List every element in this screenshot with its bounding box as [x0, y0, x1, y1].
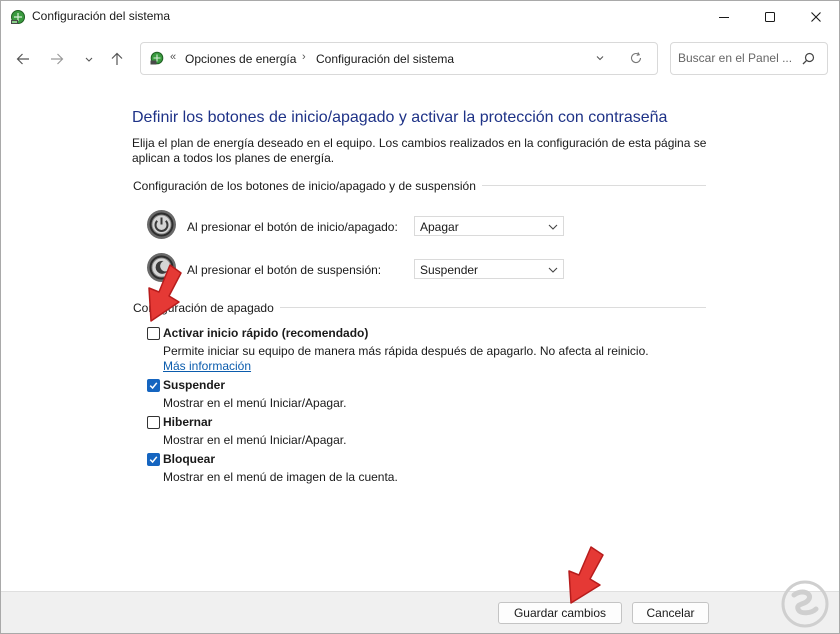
close-button[interactable] [793, 1, 839, 33]
power-button-action-value: Apagar [420, 220, 459, 234]
search-icon[interactable] [802, 52, 815, 65]
power-button-icon [147, 210, 176, 239]
lock-option-label[interactable]: Bloquear [163, 452, 215, 466]
hibernate-option-label[interactable]: Hibernar [163, 415, 212, 429]
fast-startup-description: Permite iniciar su equipo de manera más … [163, 344, 673, 374]
watermark-logo-icon [781, 580, 829, 628]
breadcrumb-separator-icon: › [302, 51, 306, 63]
power-button-action-select[interactable]: Apagar [414, 216, 564, 236]
up-button[interactable] [105, 47, 129, 71]
checkmark-icon [149, 382, 158, 390]
fast-startup-checkbox[interactable] [147, 327, 160, 340]
sleep-button-action-value: Suspender [420, 263, 479, 277]
breadcrumb-system-settings[interactable]: Configuración del sistema [316, 52, 454, 66]
maximize-icon [765, 12, 775, 22]
sleep-button-label: Al presionar el botón de suspensión: [187, 263, 382, 277]
back-button[interactable] [11, 47, 35, 71]
chevron-down-icon [548, 267, 558, 273]
buttons-group-title: Configuración de los botones de inicio/a… [133, 179, 482, 193]
maximize-button[interactable] [747, 1, 793, 33]
lock-checkbox[interactable] [147, 453, 160, 466]
sleep-checkbox[interactable] [147, 379, 160, 392]
chevron-down-icon[interactable] [595, 53, 605, 63]
arrow-left-icon [16, 53, 29, 65]
refresh-icon[interactable] [629, 51, 643, 65]
search-input[interactable] [678, 49, 798, 67]
arrow-up-icon [111, 52, 123, 65]
minimize-button[interactable] [701, 1, 747, 33]
power-button-label: Al presionar el botón de inicio/apagado: [187, 220, 398, 234]
control-panel-power-icon [150, 51, 164, 65]
window: Configuración del sistema « Opciones de … [0, 0, 840, 634]
control-panel-power-icon [11, 10, 25, 24]
more-info-link[interactable]: Más información [163, 359, 251, 373]
annotation-arrow-icon [148, 264, 182, 322]
window-title: Configuración del sistema [32, 9, 171, 23]
page-description: Elija el plan de energía deseado en el e… [132, 136, 707, 165]
breadcrumb-power-options[interactable]: Opciones de energía [185, 52, 296, 66]
fast-startup-description-text: Permite iniciar su equipo de manera más … [163, 344, 649, 358]
fast-startup-label[interactable]: Activar inicio rápido (recomendado) [163, 326, 368, 340]
footer-bar: Guardar cambios Cancelar [1, 591, 839, 633]
chevron-down-icon [85, 57, 93, 62]
sleep-option-description: Mostrar en el menú Iniciar/Apagar. [163, 396, 347, 410]
sleep-option-label[interactable]: Suspender [163, 378, 225, 392]
close-icon [811, 12, 821, 22]
checkmark-icon [149, 456, 158, 464]
search-box[interactable] [670, 42, 828, 75]
chevron-down-icon [548, 224, 558, 230]
minimize-icon [719, 17, 729, 18]
sleep-button-action-select[interactable]: Suspender [414, 259, 564, 279]
recent-locations-button[interactable] [77, 47, 101, 71]
lock-option-description: Mostrar en el menú de imagen de la cuent… [163, 470, 398, 484]
cancel-button[interactable]: Cancelar [632, 602, 709, 624]
arrow-right-icon [51, 53, 64, 65]
hibernate-checkbox[interactable] [147, 416, 160, 429]
forward-button[interactable] [45, 47, 69, 71]
address-bar[interactable]: « Opciones de energía › Configuración de… [140, 42, 658, 75]
page-title: Definir los botones de inicio/apagado y … [132, 109, 668, 126]
hibernate-option-description: Mostrar en el menú Iniciar/Apagar. [163, 433, 347, 447]
title-bar: Configuración del sistema [1, 1, 839, 33]
annotation-arrow-icon [568, 546, 604, 604]
breadcrumb-overflow[interactable]: « [170, 51, 176, 63]
